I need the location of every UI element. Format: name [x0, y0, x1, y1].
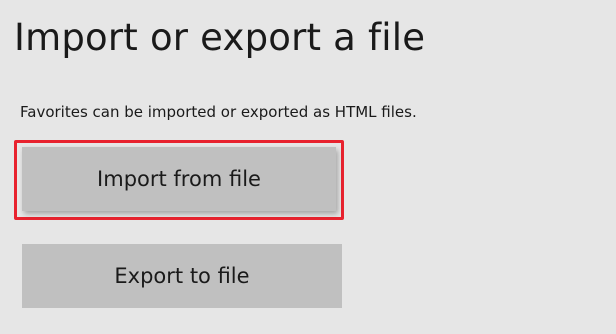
- description-text: Favorites can be imported or exported as…: [20, 103, 417, 121]
- import-button-label: Import from file: [97, 166, 261, 191]
- export-button-label: Export to file: [114, 263, 250, 288]
- import-export-panel: Import or export a file Favorites can be…: [0, 0, 616, 334]
- page-title: Import or export a file: [14, 16, 426, 59]
- export-to-file-button[interactable]: Export to file: [22, 244, 342, 308]
- import-from-file-button[interactable]: Import from file: [22, 147, 336, 211]
